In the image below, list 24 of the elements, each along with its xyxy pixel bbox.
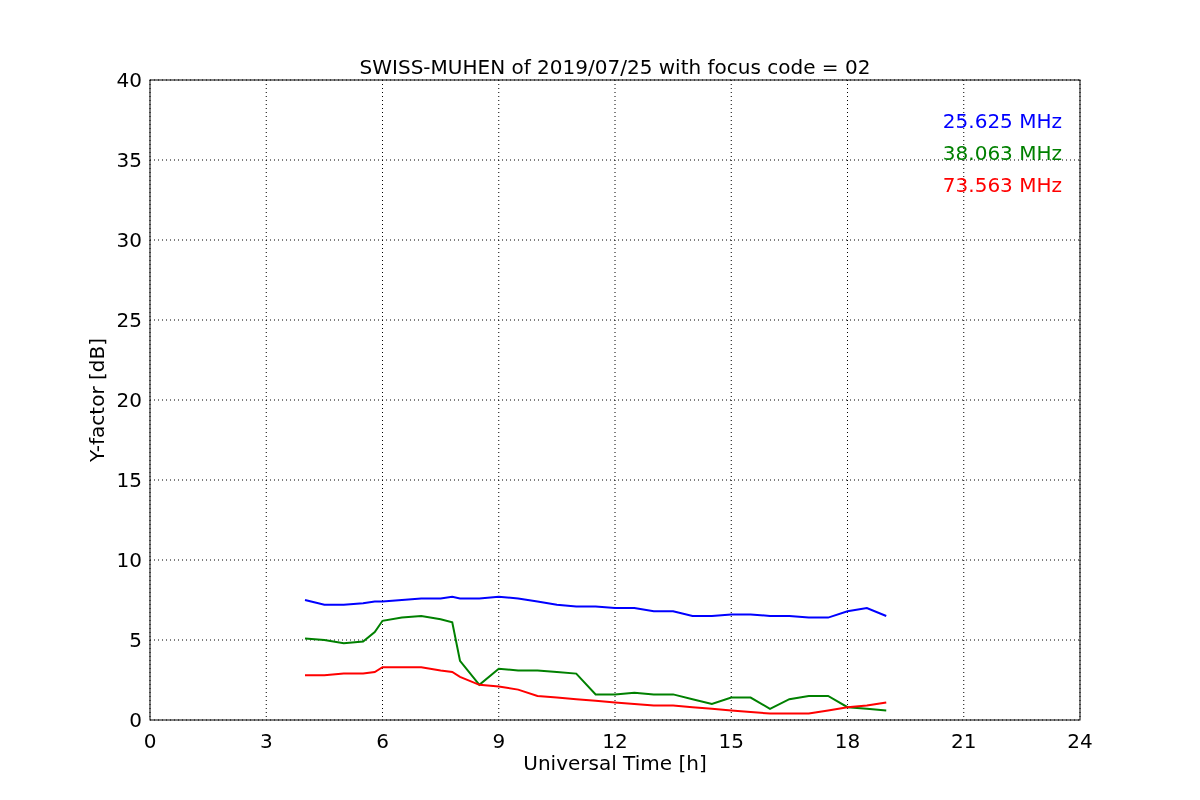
- tick-label: 35: [116, 148, 142, 172]
- chart-title: SWISS-MUHEN of 2019/07/25 with focus code = 02: [359, 55, 871, 79]
- tick-label: 0: [143, 729, 157, 753]
- tick-label: 30: [116, 228, 142, 252]
- tick-label: 20: [116, 388, 142, 412]
- axis-label: Universal Time [h]: [523, 751, 707, 775]
- tick-label: 3: [259, 729, 273, 753]
- tick-label: 15: [718, 729, 744, 753]
- tick-label: 24: [1067, 729, 1093, 753]
- legend-label: 25.625 MHz: [942, 109, 1062, 133]
- legend-label: 38.063 MHz: [942, 141, 1062, 165]
- tick-label: 0: [129, 708, 142, 732]
- tick-label: 21: [951, 729, 977, 753]
- tick-label: 25: [116, 308, 142, 332]
- tick-label: 40: [116, 68, 142, 92]
- tick-label: 10: [116, 548, 142, 572]
- tick-label: 9: [492, 729, 506, 753]
- axis-label: Y-factor [dB]: [85, 338, 109, 462]
- tick-label: 6: [376, 729, 389, 753]
- tick-label: 5: [129, 628, 142, 652]
- tick-label: 18: [834, 729, 861, 753]
- tick-label: 15: [116, 468, 142, 492]
- legend-label: 73.563 MHz: [942, 173, 1062, 197]
- tick-label: 12: [602, 729, 628, 753]
